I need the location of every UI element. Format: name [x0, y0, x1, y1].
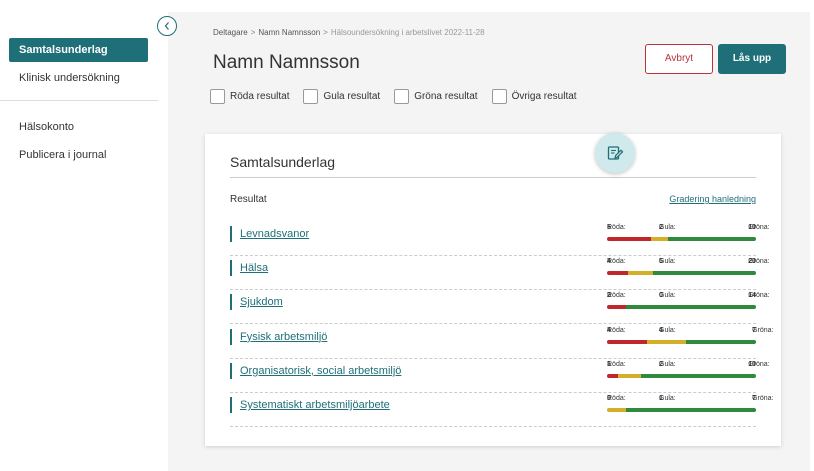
result-distribution-bar: [607, 305, 756, 310]
red-segment: [607, 373, 619, 378]
sidebar-item-publicera-i-journal[interactable]: Publicera i journal: [9, 143, 148, 167]
green-segment: [653, 271, 756, 276]
green-count: Gröna: 10: [748, 360, 770, 368]
yellow-segment: [646, 339, 687, 344]
result-distribution-bar: [607, 237, 756, 241]
row-accent: [230, 294, 232, 311]
green-segment: [686, 339, 756, 344]
sidebar-item-samtalsunderlag[interactable]: Samtalsunderlag: [9, 38, 148, 62]
result-distribution-bar: [607, 373, 756, 378]
filter-green-checkbox[interactable]: [394, 89, 410, 104]
filter-red-label: Röda resultat: [230, 91, 290, 102]
breadcrumb: Deltagare > Namn Namnsson > Hälsoundersöknin…: [213, 28, 485, 37]
result-category-link[interactable]: Sjukdom: [240, 296, 283, 308]
green-segment: [641, 373, 756, 378]
result-distribution-bar: [607, 339, 756, 344]
red-count: Röda: 5: [607, 224, 626, 231]
result-row: Hälsa Röda: 4 Gula: 5 Gröna: 20: [230, 256, 770, 291]
row-accent: [230, 328, 232, 345]
row-accent: [230, 362, 232, 379]
red-count: Röda: 4: [607, 326, 626, 334]
chevron-left-icon: [164, 22, 169, 30]
edit-note-icon: [607, 146, 624, 160]
card-title-divider: [230, 177, 756, 178]
page-title: Namn Namnsson: [213, 52, 360, 73]
yellow-count: Gula: 5: [659, 258, 676, 266]
result-row: Organisatorisk, social arbetsmiljö Röda: …: [230, 359, 770, 393]
edit-notes-button[interactable]: [595, 133, 635, 173]
yellow-segment: [650, 237, 669, 241]
yellow-count: Gula: 0: [659, 292, 676, 300]
yellow-count: Gula: 4: [659, 326, 676, 334]
row-accent: [230, 226, 232, 242]
breadcrumb-item-current: Hälsoundersökning i arbetslivet 2022-11-…: [330, 28, 485, 37]
red-count: Röda: 4: [607, 258, 626, 266]
green-count: Gröna: 7: [752, 395, 774, 402]
filter-yellow-checkbox[interactable]: [303, 89, 319, 104]
red-count: Röda: 2: [607, 292, 626, 300]
main-content: Deltagare > Namn Namnsson > Hälsoundersöknin…: [168, 12, 810, 471]
filter-green-label: Gröna resultat: [414, 91, 478, 102]
grading-guide-link[interactable]: Gradering hanledning: [669, 194, 756, 204]
filter-red-checkbox[interactable]: [210, 89, 225, 104]
filter-red[interactable]: Röda resultat: [210, 89, 289, 104]
yellow-segment: [607, 408, 626, 412]
filter-other-label: Övriga resultat: [511, 91, 577, 102]
filter-other-checkbox[interactable]: [491, 89, 507, 104]
red-segment: [607, 237, 651, 241]
row-accent: [230, 397, 232, 413]
breadcrumb-separator: >: [323, 28, 328, 37]
yellow-count: Gula: 1: [659, 395, 676, 402]
result-row: Systematiskt arbetsmiljöarbete Röda: 0 Gul…: [230, 393, 774, 427]
breadcrumb-separator: >: [250, 28, 256, 37]
green-count: Gröna: 14: [748, 292, 770, 300]
results-heading: Resultat: [230, 194, 267, 205]
collapse-sidebar-button[interactable]: [157, 16, 177, 36]
results-card: Samtalsunderlag Resultat Gradering hanle…: [205, 134, 781, 446]
result-row: Fysisk arbetsmiljö Röda: 4 Gula: 4 Gröna: 7: [230, 325, 774, 359]
yellow-segment: [627, 271, 654, 276]
sidebar-item-halsokonto[interactable]: Hälsokonto: [9, 115, 148, 139]
green-count: Gröna: 20: [748, 258, 770, 266]
green-count: Gröna: 7: [752, 326, 774, 334]
result-row: Levnadsvanor Röda: 5 Gula: 2 Gröna: 10: [230, 222, 770, 256]
result-category-link[interactable]: Systematiskt arbetsmiljöarbete: [240, 399, 390, 411]
result-row: Sjukdom Röda: 2 Gula: 0 Gröna: 14: [230, 290, 770, 325]
filter-yellow[interactable]: Gula resultat: [303, 89, 380, 104]
filter-yellow-label: Gula resultat: [323, 91, 381, 102]
sidebar-divider: [0, 100, 158, 101]
breadcrumb-item-participant[interactable]: Namn Namnsson: [258, 28, 320, 37]
result-category-link[interactable]: Levnadsvanor: [240, 228, 309, 240]
red-segment: [607, 271, 628, 276]
row-accent: [230, 260, 232, 277]
filter-other[interactable]: Övriga resultat: [491, 89, 577, 104]
unlock-button[interactable]: Lås upp: [718, 44, 786, 74]
red-count: Röda: 1: [607, 360, 626, 368]
result-category-link[interactable]: Organisatorisk, social arbetsmiljö: [240, 365, 401, 377]
result-distribution-bar: [607, 408, 756, 412]
yellow-count: Gula: 2: [659, 224, 676, 231]
result-filters: Röda resultat Gula resultat Gröna result…: [210, 89, 591, 104]
green-segment: [625, 305, 756, 310]
red-segment: [607, 305, 626, 310]
cancel-button[interactable]: Avbryt: [645, 44, 713, 74]
result-distribution-bar: [607, 271, 756, 276]
green-segment: [668, 237, 756, 241]
sidebar: Samtalsunderlag Klinisk undersökning Häl…: [0, 0, 168, 471]
red-count: Röda: 0: [607, 395, 626, 402]
result-category-link[interactable]: Fysisk arbetsmiljö: [240, 331, 327, 343]
result-category-link[interactable]: Hälsa: [240, 262, 268, 274]
green-count: Gröna: 10: [748, 224, 770, 231]
sidebar-item-klinisk-undersokning[interactable]: Klinisk undersökning: [9, 66, 148, 90]
green-segment: [625, 408, 756, 412]
yellow-count: Gula: 2: [659, 360, 676, 368]
breadcrumb-item-deltagare[interactable]: Deltagare: [213, 28, 248, 37]
red-segment: [607, 339, 647, 344]
yellow-segment: [618, 373, 642, 378]
filter-green[interactable]: Gröna resultat: [394, 89, 478, 104]
card-title: Samtalsunderlag: [230, 154, 336, 170]
